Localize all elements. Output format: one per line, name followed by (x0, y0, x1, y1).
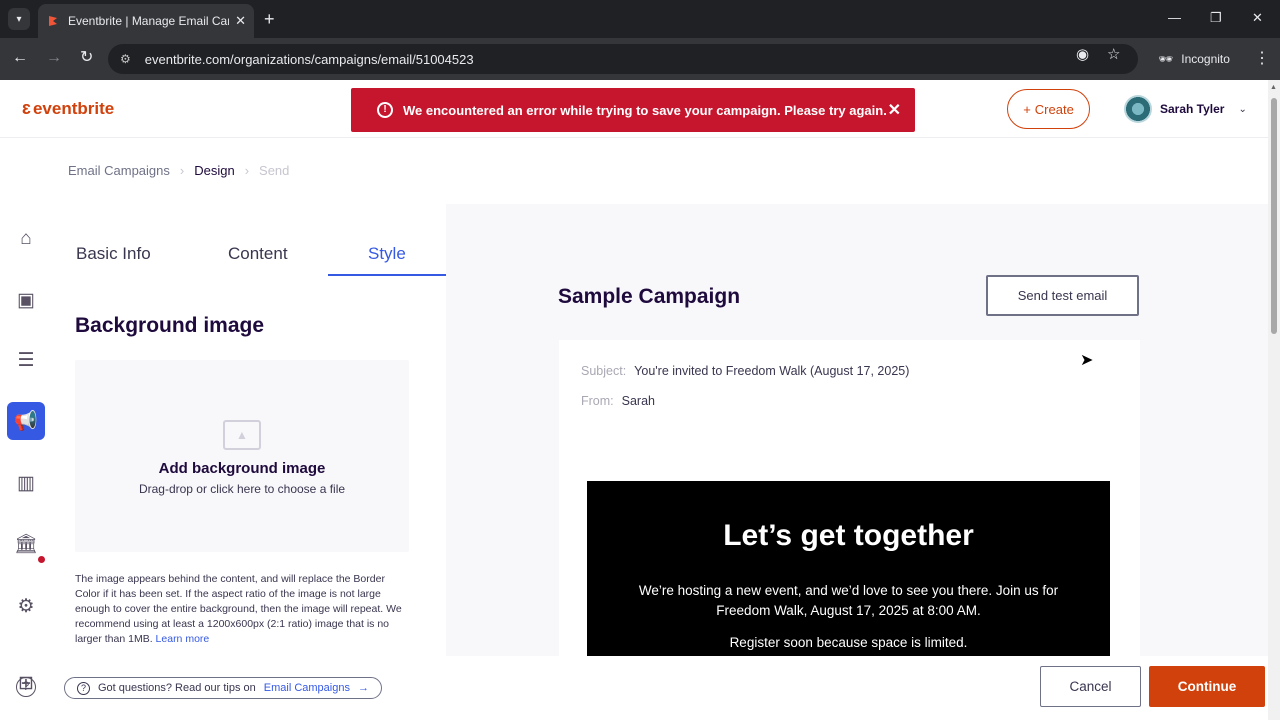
create-label: Create (1034, 101, 1074, 117)
back-icon[interactable]: ← (12, 48, 28, 68)
send-test-email-button[interactable]: Send test email (986, 275, 1139, 316)
campaign-title: Sample Campaign (558, 285, 741, 308)
active-tab-indicator (328, 274, 446, 276)
breadcrumb-separator: › (179, 163, 185, 178)
tips-text: Got questions? Read our tips on (98, 682, 256, 694)
plus-icon: + (1023, 101, 1031, 117)
hero-paragraph-2: Register soon because space is limited. (729, 635, 968, 650)
browser-tab-bar: ▾ Eventbrite | Manage Email Cam ✕ + — ❐ … (0, 0, 1280, 38)
hero-title: Let’s get together (723, 519, 974, 552)
editor-tabs: Basic Info Content Style (54, 204, 446, 276)
user-menu[interactable]: Sarah Tyler ⌄ (1124, 95, 1247, 123)
tab-search-button[interactable]: ▾ (8, 8, 30, 30)
settings-gear-icon[interactable]: ⚙ (7, 587, 45, 625)
logo-text: eventbrite (32, 98, 115, 118)
sidebar: ⌂ ▣ ☰ 📢 ▥ 🏛 ⚙ ⊞ (0, 138, 52, 720)
new-tab-button[interactable]: + (264, 8, 275, 30)
calendar-icon[interactable]: ▣ (7, 281, 45, 319)
editor-panel: Basic Info Content Style Background imag… (54, 204, 446, 656)
reports-chart-icon[interactable]: ▥ (7, 464, 45, 502)
chevron-down-icon: ⌄ (1238, 103, 1247, 115)
reload-icon[interactable]: ↻ (80, 48, 93, 68)
cancel-button[interactable]: Cancel (1040, 666, 1141, 707)
from-label: From: (581, 394, 614, 408)
address-bar: ← → ↻ ⚙ eventbrite.com/organizations/cam… (0, 38, 1280, 80)
breadcrumb-send: Send (259, 163, 290, 178)
close-icon[interactable]: ✕ (888, 100, 901, 120)
tab-close-icon[interactable]: ✕ (235, 13, 246, 29)
tab-style[interactable]: Style (368, 244, 406, 264)
tab-content[interactable]: Content (228, 244, 288, 264)
avatar (1124, 95, 1152, 123)
breadcrumb-email-campaigns[interactable]: Email Campaigns (68, 163, 170, 178)
dropzone-title: Add background image (158, 460, 326, 477)
page-scrollbar[interactable]: ▲ (1268, 80, 1280, 720)
tips-link[interactable]: ? Got questions? Read our tips on Email … (64, 677, 382, 699)
minimize-icon[interactable]: — (1168, 10, 1181, 25)
eventbrite-logo[interactable]: ɛ eventbrite (22, 98, 114, 119)
site-info-icon[interactable]: ⚙ (120, 52, 131, 66)
eye-off-icon[interactable]: ◉ (1076, 45, 1089, 63)
notification-dot (38, 556, 45, 563)
logo-mark-icon: ɛ (22, 98, 31, 118)
top-header: ɛ eventbrite ! We encountered an error w… (0, 80, 1268, 138)
image-placeholder-icon: ▲ (223, 420, 261, 450)
learn-more-link[interactable]: Learn more (156, 633, 210, 645)
continue-button[interactable]: Continue (1149, 666, 1265, 707)
eventbrite-favicon-icon (49, 16, 57, 26)
breadcrumb-design[interactable]: Design (194, 163, 234, 178)
help-text: The image appears behind the content, an… (75, 572, 409, 647)
browser-menu-icon[interactable]: ⋮ (1254, 48, 1270, 68)
error-icon: ! (377, 102, 393, 118)
incognito-badge[interactable]: 🕶 Incognito (1148, 44, 1240, 74)
arrow-right-icon: → (357, 682, 369, 694)
mouse-cursor-icon: ➤ (1080, 352, 1094, 369)
help-icon[interactable]: ? (16, 677, 36, 697)
preview-panel: Sample Campaign Send test email Subject:… (446, 204, 1268, 656)
orders-list-icon[interactable]: ☰ (7, 341, 45, 379)
bookmark-star-icon[interactable]: ☆ (1107, 45, 1120, 63)
dropzone-subtitle: Drag-drop or click here to choose a file (138, 482, 346, 496)
error-banner: ! We encountered an error while trying t… (351, 88, 915, 132)
tab-title: Eventbrite | Manage Email Cam (68, 14, 230, 28)
breadcrumb: Email Campaigns › Design › Send (68, 163, 289, 178)
tips-link-text[interactable]: Email Campaigns (264, 682, 350, 694)
forward-icon[interactable]: → (46, 48, 62, 68)
browser-tab[interactable]: Eventbrite | Manage Email Cam ✕ (38, 4, 254, 38)
url-text: eventbrite.com/organizations/campaigns/e… (144, 51, 474, 67)
home-icon[interactable]: ⌂ (7, 220, 45, 258)
user-name: Sarah Tyler (1160, 102, 1225, 116)
footer-bar: ? Got questions? Read our tips on Email … (54, 656, 1268, 720)
question-icon: ? (77, 681, 90, 695)
create-button[interactable]: + Create (1007, 89, 1090, 129)
app: ɛ eventbrite ! We encountered an error w… (0, 80, 1268, 720)
megaphone-icon[interactable]: 📢 (7, 402, 45, 440)
from-value: Sarah (621, 394, 655, 408)
background-image-dropzone[interactable]: ▲ Add background image Drag-drop or clic… (75, 360, 409, 552)
scroll-up-icon[interactable]: ▲ (1270, 84, 1277, 91)
tab-basic-info[interactable]: Basic Info (76, 244, 151, 264)
incognito-icon: 🕶 (1158, 52, 1174, 66)
help-text-body: The image appears behind the content, an… (75, 573, 402, 645)
email-preview: Subject: You're invited to Freedom Walk (… (559, 340, 1140, 656)
scroll-thumb[interactable] (1271, 98, 1277, 334)
incognito-label: Incognito (1181, 52, 1230, 66)
email-hero: Let’s get together We’re hosting a new e… (587, 481, 1110, 656)
from-line: From: Sarah (581, 394, 655, 408)
error-message: We encountered an error while trying to … (403, 102, 887, 118)
url-field[interactable]: ⚙ eventbrite.com/organizations/campaigns… (108, 44, 1138, 74)
subject-line: Subject: You're invited to Freedom Walk (… (581, 364, 909, 378)
close-window-icon[interactable]: ✕ (1252, 10, 1263, 26)
subject-value: You're invited to Freedom Walk (August 1… (634, 364, 910, 378)
breadcrumb-separator: › (244, 163, 250, 178)
restore-icon[interactable]: ❐ (1210, 10, 1222, 26)
subject-label: Subject: (581, 364, 627, 378)
hero-paragraph: We’re hosting a new event, and we’d love… (638, 583, 1059, 618)
section-title: Background image (75, 314, 265, 337)
